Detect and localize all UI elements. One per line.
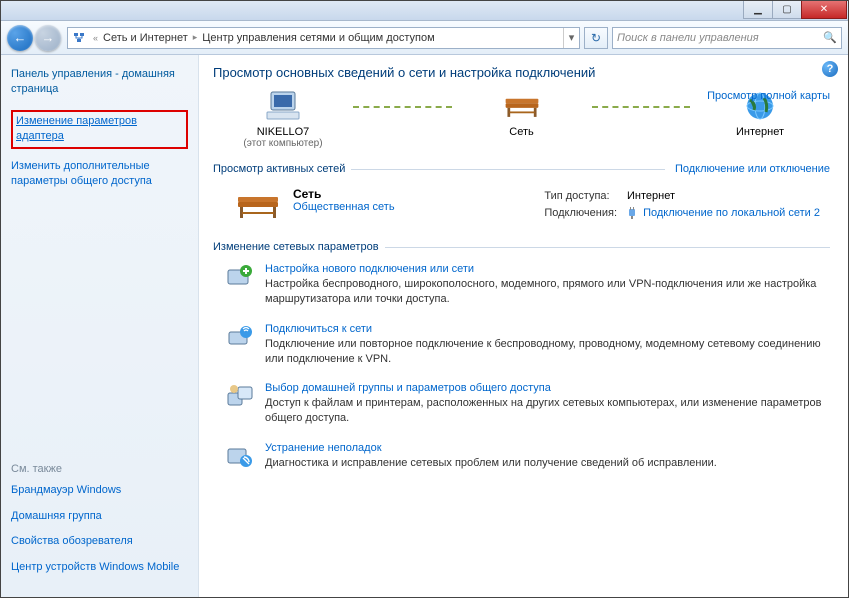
new-connection-icon: [225, 263, 255, 291]
breadcrumb-seg-1[interactable]: Сеть и Интернет: [101, 32, 190, 44]
search-input[interactable]: Поиск в панели управления 🔍: [612, 27, 842, 49]
computer-icon: [263, 90, 303, 122]
task-connect: Подключиться к сети Подключение или повт…: [213, 317, 830, 377]
breadcrumb-dropdown[interactable]: ▾: [563, 28, 579, 48]
internet-options-link[interactable]: Свойства обозревателя: [11, 534, 188, 549]
homegroup-link[interactable]: Домашняя группа: [11, 509, 188, 524]
active-networks-label: Просмотр активных сетей: [213, 163, 345, 175]
sidebar: Панель управления - домашняя страница Из…: [1, 55, 199, 597]
access-type-value: Интернет: [627, 189, 828, 204]
access-type-label: Тип доступа:: [544, 189, 625, 204]
tasks-list: Настройка нового подключения или сети На…: [213, 257, 830, 481]
troubleshoot-icon: [225, 442, 255, 470]
task-title[interactable]: Подключиться к сети: [265, 323, 830, 335]
change-settings-label: Изменение сетевых параметров: [213, 241, 379, 253]
close-button[interactable]: ✕: [801, 1, 847, 19]
breadcrumb[interactable]: « Сеть и Интернет ▸ Центр управления сет…: [67, 27, 580, 49]
bench-icon: [502, 90, 542, 122]
highlighted-link-box: Изменение параметров адаптера: [11, 110, 188, 149]
page-title: Просмотр основных сведений о сети и наст…: [213, 65, 830, 80]
task-troubleshoot: Устранение неполадок Диагностика и испра…: [213, 436, 830, 481]
map-node3-name: Интернет: [690, 126, 830, 138]
titlebar: ▁ ▢ ✕: [1, 1, 848, 21]
back-button[interactable]: ←: [7, 25, 33, 51]
active-networks-header: Просмотр активных сетей Подключение или …: [213, 157, 830, 179]
map-node1-sub: (этот компьютер): [213, 138, 353, 149]
forward-button[interactable]: →: [35, 25, 61, 51]
task-title[interactable]: Настройка нового подключения или сети: [265, 263, 830, 275]
map-connector: [353, 106, 452, 108]
task-desc: Подключение или повторное подключение к …: [265, 337, 830, 367]
task-desc: Настройка беспроводного, широкополосного…: [265, 277, 830, 307]
network-icon: [71, 30, 87, 46]
task-desc: Доступ к файлам и принтерам, расположенн…: [265, 396, 830, 426]
network-map: NIKELLO7 (этот компьютер) Сеть Интернет: [213, 90, 830, 149]
breadcrumb-seg-2[interactable]: Центр управления сетями и общим доступом: [200, 32, 436, 44]
minimize-button[interactable]: ▁: [743, 1, 773, 19]
maximize-button[interactable]: ▢: [772, 1, 802, 19]
map-node1-name: NIKELLO7: [213, 126, 353, 138]
search-placeholder: Поиск в панели управления: [617, 32, 759, 44]
wmdc-link[interactable]: Центр устройств Windows Mobile: [11, 560, 188, 575]
task-homegroup: Выбор домашней группы и параметров общег…: [213, 376, 830, 436]
connection-link[interactable]: Подключение по локальной сети 2: [643, 207, 820, 219]
network-type-link[interactable]: Общественная сеть: [293, 201, 395, 213]
task-title[interactable]: Устранение неполадок: [265, 442, 717, 454]
network-properties: Тип доступа: Интернет Подключения: Подкл…: [542, 187, 830, 223]
connect-disconnect-link[interactable]: Подключение или отключение: [675, 163, 830, 175]
active-network-row: Сеть Общественная сеть Тип доступа: Инте…: [213, 179, 830, 235]
plug-icon: [627, 207, 637, 219]
network-name: Сеть: [293, 187, 395, 201]
search-icon: 🔍: [823, 31, 837, 44]
connections-label: Подключения:: [544, 206, 625, 221]
bench-icon: [233, 187, 283, 223]
full-map-link[interactable]: Просмотр полной карты: [707, 90, 830, 102]
help-icon[interactable]: ?: [822, 61, 838, 77]
adapter-settings-link[interactable]: Изменение параметров адаптера: [16, 114, 183, 145]
refresh-button[interactable]: ↻: [584, 27, 608, 49]
task-title[interactable]: Выбор домашней группы и параметров общег…: [265, 382, 830, 394]
window: ▁ ▢ ✕ ← → « Сеть и Интернет ▸ Центр упра…: [0, 0, 849, 598]
control-panel-home-link[interactable]: Панель управления - домашняя страница: [11, 67, 188, 98]
map-connector: [592, 106, 691, 108]
map-node2-name: Сеть: [452, 126, 592, 138]
map-node-network: Сеть: [452, 90, 592, 138]
navbar: ← → « Сеть и Интернет ▸ Центр управления…: [1, 21, 848, 55]
task-desc: Диагностика и исправление сетевых пробле…: [265, 456, 717, 471]
main-pane: ? Просмотр основных сведений о сети и на…: [199, 55, 848, 597]
firewall-link[interactable]: Брандмауэр Windows: [11, 483, 188, 498]
chevron-right-icon: ▸: [190, 32, 201, 43]
task-new-connection: Настройка нового подключения или сети На…: [213, 257, 830, 317]
advanced-sharing-link[interactable]: Изменить дополнительные параметры общего…: [11, 159, 188, 190]
homegroup-icon: [225, 382, 255, 410]
map-node-computer: NIKELLO7 (этот компьютер): [213, 90, 353, 149]
change-settings-header: Изменение сетевых параметров: [213, 235, 830, 257]
connect-icon: [225, 323, 255, 351]
see-also-label: См. также: [11, 463, 188, 475]
chevron-icon: «: [90, 33, 101, 43]
